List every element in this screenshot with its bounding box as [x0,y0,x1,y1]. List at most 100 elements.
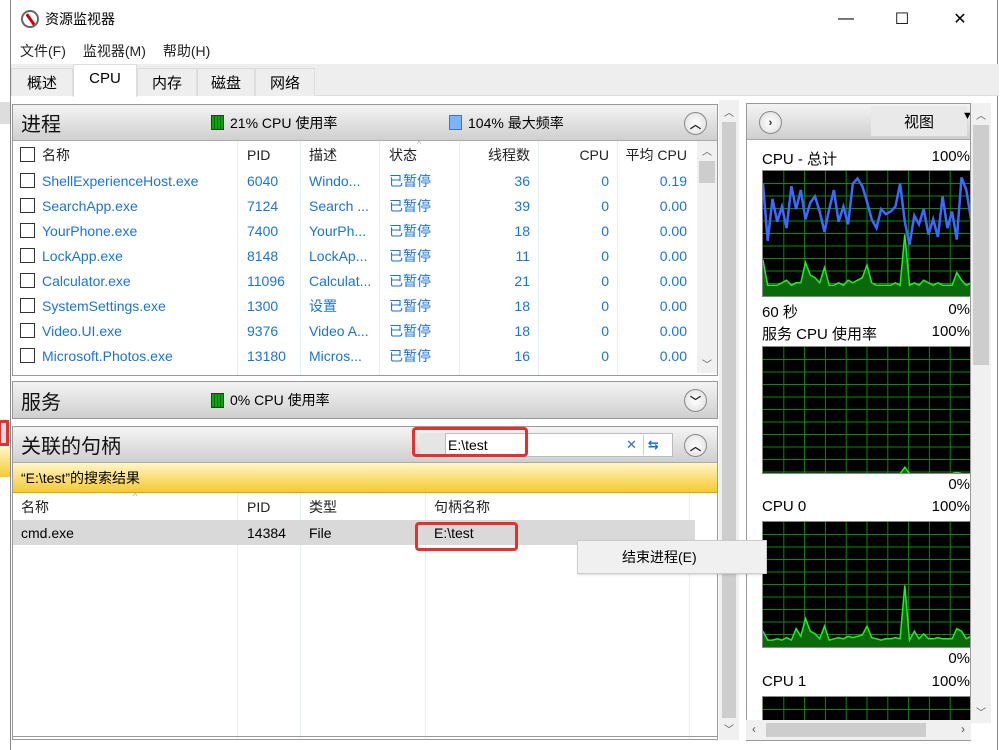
scroll-up-icon[interactable]: ︿ [697,143,717,158]
resource-monitor-icon [21,10,39,28]
row-checkbox[interactable] [20,323,35,338]
process-status: 已暂停 [389,197,431,214]
services-header[interactable]: 服务 0% CPU 使用率 ﹀ [13,382,717,418]
handles-column-header: 名称 ^ PID 类型 句柄名称 [13,491,717,520]
col-cpu[interactable]: CPU [579,147,609,163]
collapse-graphs-button[interactable]: › [759,111,782,134]
tab-overview[interactable]: 概述 [11,68,73,96]
graph-label-cpu-total: CPU - 总计 [762,151,838,168]
process-description: Calculat... [309,272,372,289]
col-name[interactable]: 名称 [42,145,70,165]
table-row[interactable]: SearchApp.exe 7124 Search ... 已暂停 39 0 0.00 [13,193,717,218]
col-avg-cpu[interactable]: 平均 CPU [626,145,687,165]
minimize-icon: — [838,10,854,27]
services-cpu-text: 0% CPU 使用率 [230,392,330,408]
chevron-up-icon: ︿ [690,118,701,131]
cpu-total-graph [762,170,970,297]
row-checkbox[interactable] [20,348,35,363]
col-pid[interactable]: PID [247,147,270,163]
scroll-left-icon[interactable]: ‹ [752,722,756,736]
scroll-thumb[interactable] [766,723,926,737]
green-legend-icon [211,392,224,408]
tab-network[interactable]: 网络 [255,68,315,96]
graphs-horizontal-scrollbar[interactable]: ‹ › [746,720,971,740]
scroll-down-icon[interactable]: ﹀ [971,704,991,719]
scroll-thumb[interactable] [973,125,989,365]
menu-monitor[interactable]: 监视器(M) [83,41,146,61]
process-cpu: 0 [601,247,609,264]
menu-file[interactable]: 文件(F) [20,41,66,61]
graphs-vertical-scrollbar[interactable]: ︿ ﹀ [971,103,991,723]
scroll-thumb[interactable] [722,122,736,718]
col-name[interactable]: 名称 [21,497,49,517]
process-description: Micros... [309,347,362,364]
process-name: Video.UI.exe [42,322,122,339]
scroll-thumb[interactable] [699,161,715,183]
scroll-up-icon[interactable]: ︿ [971,107,991,122]
process-pid: 11096 [247,272,285,289]
collapse-handles-button[interactable]: ︿ [684,434,707,457]
row-checkbox[interactable] [20,248,35,263]
table-row[interactable]: Microsoft.Photos.exe 13180 Micros... 已暂停 16 0… [13,343,717,368]
tab-disk[interactable]: 磁盘 [197,68,255,96]
handles-title: 关联的句柄 [21,436,121,458]
process-status: 已暂停 [389,322,431,339]
end-process-menu-item[interactable]: 结束进程(E) [622,547,697,567]
graph-min-cpu-total: 0% [948,301,970,318]
table-row[interactable]: Calculator.exe 11096 Calculat... 已暂停 21 0 0.00 [13,268,717,293]
process-pid: 7124 [247,197,279,214]
process-threads: 11 [515,247,530,264]
col-pid[interactable]: PID [247,499,270,515]
row-checkbox[interactable] [20,223,35,238]
chevron-down-icon: ﹀ [690,395,701,408]
menu-help[interactable]: 帮助(H) [163,41,210,61]
handle-process-name: cmd.exe [21,524,74,541]
clear-search-icon[interactable]: ✕ [626,437,637,453]
table-row[interactable]: ShellExperienceHost.exe 6040 Windo... 已暂停 36… [13,168,717,193]
col-type[interactable]: 类型 [309,497,337,517]
process-avg-cpu: 0.00 [659,322,687,339]
close-button[interactable]: ✕ [937,0,983,38]
processes-header[interactable]: 进程 21% CPU 使用率 104% 最大频率 ︿ [13,105,717,141]
processes-column-header: 名称 PID 描述 状态 ^ 线程数 CPU 平均 CPU [13,139,717,168]
tab-memory[interactable]: 内存 [137,68,197,96]
left-panel-scrollbar[interactable]: ︿ ﹀ [719,100,739,740]
tab-label: CPU [89,69,121,87]
select-all-checkbox[interactable] [20,147,35,162]
table-row[interactable]: Video.UI.exe 9376 Video A... 已暂停 18 0 0.00 [13,318,717,343]
services-cpu-legend: 0% CPU 使用率 [211,390,330,410]
scroll-down-icon[interactable]: ﹀ [719,721,739,736]
handles-header[interactable]: 关联的句柄 ✕ ⇆ ︿ [13,427,717,463]
scroll-right-icon[interactable]: › [961,722,965,736]
collapse-processes-button[interactable]: ︿ [684,112,707,135]
process-avg-cpu: 0.00 [659,247,687,264]
table-row[interactable]: LockApp.exe 8148 LockAp... 已暂停 11 0 0.00 [13,243,717,268]
row-checkbox[interactable] [20,173,35,188]
scroll-down-icon[interactable]: ﹀ [697,356,717,371]
minimize-button[interactable]: — [823,0,869,38]
col-threads[interactable]: 线程数 [488,145,530,165]
process-avg-cpu: 0.00 [659,222,687,239]
view-button[interactable]: 视图 [871,106,967,136]
row-checkbox[interactable] [20,273,35,288]
row-checkbox[interactable] [20,298,35,313]
tab-cpu[interactable]: CPU [73,64,137,97]
tab-label: 磁盘 [210,75,241,92]
graph-max-cpu-total: 100% [931,148,970,165]
processes-scrollbar[interactable]: ︿ ﹀ [697,141,717,373]
graph-label-service-cpu: 服务 CPU 使用率 [762,326,878,343]
expand-services-button[interactable]: ﹀ [684,389,707,412]
process-cpu: 0 [601,322,609,339]
table-row[interactable]: YourPhone.exe 7400 YourPh... 已暂停 18 0 0.00 [13,218,717,243]
col-status[interactable]: 状态 [389,145,417,165]
table-row[interactable]: SystemSettings.exe 1300 设置 已暂停 18 0 0.00 [13,293,717,318]
view-dropdown-icon[interactable]: ▼ [962,110,970,122]
process-threads: 39 [514,197,530,214]
col-description[interactable]: 描述 [309,145,337,165]
col-handle-name[interactable]: 句柄名称 [434,497,490,517]
row-checkbox[interactable] [20,198,35,213]
maximize-button[interactable]: ☐ [879,0,925,38]
scroll-up-icon[interactable]: ︿ [719,104,739,119]
handle-pid: 14384 [247,524,286,541]
refresh-search-icon[interactable]: ⇆ [648,437,659,453]
